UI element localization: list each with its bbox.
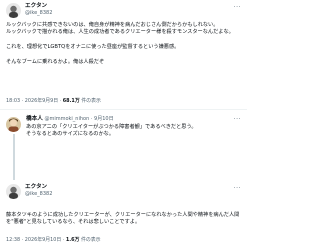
more-icon[interactable]: ··· xyxy=(234,116,241,123)
reply-post: 橋本人 @mimmoki_nihon · 9月10日 ··· あの京アニの「クリ… xyxy=(0,110,247,174)
post-body: 藤本タツキのように成功したクリエーターが、クリエーターになれなかった人間や精神を… xyxy=(6,212,244,227)
views-count: 68.1万 xyxy=(62,98,80,104)
avatar-icon xyxy=(6,184,21,199)
author-handle[interactable]: @mimmoki_nihon · 9月10日 xyxy=(44,116,113,122)
post-line xyxy=(6,52,244,59)
author-name[interactable]: 橋本人 xyxy=(26,116,43,122)
post-line: これを、理想化でLGBTQをオナニに使った昼座が監督するという嫌悪感。 xyxy=(6,44,180,51)
author-reply-post: エクタン @ike_8382 ··· 藤本タツキのように成功したクリエーターが、… xyxy=(0,180,247,250)
thread-line xyxy=(13,134,15,180)
post-line: そんなブームに乗れるかよ。俺は人殺だぞ xyxy=(6,59,105,65)
author-handle[interactable]: @ike_8382 xyxy=(25,10,52,17)
avatar[interactable] xyxy=(6,3,21,18)
views-label: 件の表示 xyxy=(79,237,101,243)
avatar[interactable] xyxy=(6,184,21,199)
post-time[interactable]: 18:03 · 2026年9月9日 · xyxy=(6,98,63,104)
post-line: そうなるとあのサイズになるのかな。 xyxy=(26,131,115,138)
views-label: 件の表示 xyxy=(79,98,101,104)
avatar-icon xyxy=(6,3,21,18)
post-body: ルックバックに共感できないのは、俺自身が精神を病んだおじさん側だからかもしれない… xyxy=(6,22,244,66)
main-post: エクタン @ike_8382 ··· ルックバックに共感できないのは、俺自身が精… xyxy=(0,0,247,108)
post-line: ルックバックで描かれる俺は、人生の成功者であるクリエーター様を殺すモンスターなん… xyxy=(6,29,234,36)
post-time[interactable]: 12:38 · 2026年9月10日 · xyxy=(6,237,66,243)
post-line: 藤本タツキのように成功したクリエーターが、クリエーターになれなかった人間や精神を… xyxy=(6,212,240,226)
avatar[interactable] xyxy=(6,117,21,132)
post-meta: 18:03 · 2026年9月9日 · 68.1万 件の表示 xyxy=(6,98,101,105)
author-handle[interactable]: @ike_8382 xyxy=(25,191,52,198)
post-meta: 12:38 · 2026年9月10日 · 1.6万 件の表示 xyxy=(6,237,101,244)
reply-header: 橋本人 @mimmoki_nihon · 9月10日 xyxy=(26,116,114,123)
avatar-icon xyxy=(6,117,21,132)
more-icon[interactable]: ··· xyxy=(234,4,241,11)
reply-body: あの京アニの「クリエイターがぶつかる障害者観」であるべきだと思う。 そうなるとあ… xyxy=(26,124,241,139)
more-icon[interactable]: ··· xyxy=(234,185,241,192)
views-count: 1.6万 xyxy=(65,237,80,243)
